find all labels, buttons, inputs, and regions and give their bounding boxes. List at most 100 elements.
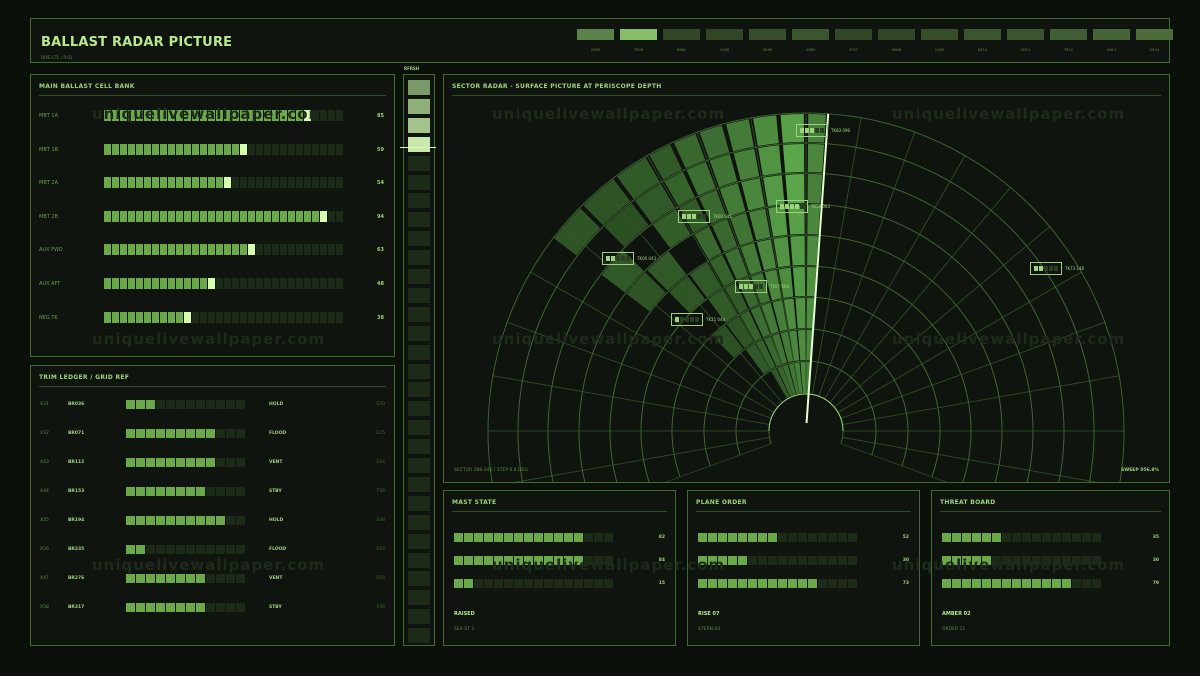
level-cell: [256, 110, 263, 121]
level-cell: [192, 244, 199, 256]
level-cell: [216, 545, 225, 554]
radar-contact-marker[interactable]: [602, 252, 634, 265]
level-cell: [328, 143, 335, 155]
radar-contact-label: TK06 043: [637, 256, 657, 261]
level-cell: [216, 177, 223, 189]
level-cell: [156, 603, 165, 612]
trim-row-grid: BR071: [68, 431, 85, 436]
level-cell: [524, 556, 533, 565]
level-cell: [136, 177, 143, 189]
level-cell: [474, 556, 483, 565]
level-cell: [176, 210, 183, 222]
level-cell: [708, 533, 717, 542]
ballast-level-bar: [104, 311, 343, 323]
level-cell: [248, 311, 255, 323]
level-cell: [304, 210, 311, 222]
ballast-panel-title: MAIN BALLAST CELL BANK: [39, 83, 135, 90]
radar-contact-marker[interactable]: [796, 124, 828, 137]
level-cell: [112, 210, 119, 222]
level-cell: [200, 210, 207, 222]
radar-grid-cell: [861, 246, 905, 289]
contact-signal-cell: [739, 284, 743, 289]
tab-ca89[interactable]: [921, 29, 958, 40]
level-cell: [454, 533, 463, 542]
level-cell: [708, 579, 717, 588]
plane-level-bar: [698, 579, 857, 588]
radar-grid-cell: [871, 442, 907, 467]
radar-grid-cell: [823, 369, 852, 404]
level-cell: [176, 143, 183, 155]
level-cell: [232, 244, 239, 256]
tab-ub13[interactable]: [1093, 29, 1130, 40]
radar-grid-cell: [547, 385, 583, 432]
level-cell: [748, 579, 757, 588]
level-cell: [176, 545, 185, 554]
level-cell: [104, 244, 111, 256]
contact-signal-cell: [685, 317, 689, 322]
level-cell: [240, 177, 247, 189]
tab-ub06[interactable]: [577, 29, 614, 40]
level-cell: [160, 311, 167, 323]
tab-hb82[interactable]: [663, 29, 700, 40]
level-cell: [160, 143, 167, 155]
level-cell: [1062, 579, 1071, 588]
level-cell: [256, 278, 263, 289]
level-cell: [256, 244, 263, 256]
trim-row-grid: BR036: [68, 402, 85, 407]
level-cell: [320, 110, 327, 121]
radar-echo-cell: [554, 208, 601, 256]
level-cell: [798, 579, 807, 588]
radar-contact-marker[interactable]: [735, 280, 767, 293]
level-cell: [312, 244, 319, 256]
tab-sd11[interactable]: [1007, 29, 1044, 40]
level-cell: [320, 311, 327, 323]
level-cell: [1072, 579, 1081, 588]
tab-tr12[interactable]: [1050, 29, 1087, 40]
ballast-row-value: 38: [377, 314, 384, 321]
level-cell: [128, 210, 135, 222]
tab-de10[interactable]: [964, 29, 1001, 40]
radar-contact-marker[interactable]: [1030, 262, 1062, 275]
tab-hb08[interactable]: [878, 29, 915, 40]
level-cell: [206, 429, 215, 438]
level-cell: [196, 487, 205, 496]
level-cell: [288, 244, 295, 256]
tab-de14[interactable]: [1136, 29, 1173, 40]
level-cell: [1072, 556, 1081, 565]
level-cell: [272, 110, 279, 121]
tab-de96[interactable]: [749, 29, 786, 40]
level-cell: [144, 143, 151, 155]
level-cell: [216, 458, 225, 467]
refresh-meter[interactable]: [400, 74, 436, 646]
radar-contact-marker[interactable]: [678, 210, 710, 223]
tab-st07[interactable]: [835, 29, 872, 40]
radar-grid-cell: [1089, 430, 1125, 482]
radar-echo-cell: [782, 144, 805, 173]
mast-row-value: 84: [658, 558, 665, 563]
level-cell: [128, 177, 135, 189]
trim-row-code: E64: [376, 576, 385, 581]
radar-grid-cell: [689, 344, 729, 381]
radar-contact-marker[interactable]: [776, 200, 808, 213]
radar-grid-cell: [547, 430, 583, 477]
level-cell: [226, 545, 235, 554]
contact-signal-cell: [682, 214, 686, 219]
refresh-cell: [408, 174, 430, 190]
level-cell: [176, 244, 183, 256]
radar-contact-marker[interactable]: [671, 313, 703, 326]
level-cell: [982, 533, 991, 542]
tab-tr08[interactable]: [620, 29, 657, 40]
tab-ub85[interactable]: [792, 29, 829, 40]
radar-grid-cell: [931, 304, 977, 350]
ballast-panel: MAIN BALLAST CELL BANK MBT 1A 85 MBT 1B 59 M…: [30, 74, 395, 357]
contact-signal-cell: [749, 284, 753, 289]
level-cell: [494, 533, 503, 542]
radar-grid-cell: [841, 430, 877, 444]
level-cell: [196, 458, 205, 467]
radar-grid-cell: [874, 412, 909, 432]
tab-ca06[interactable]: [706, 29, 743, 40]
level-cell: [788, 556, 797, 565]
level-cell: [104, 143, 111, 155]
level-cell: [464, 533, 473, 542]
level-cell: [838, 579, 847, 588]
